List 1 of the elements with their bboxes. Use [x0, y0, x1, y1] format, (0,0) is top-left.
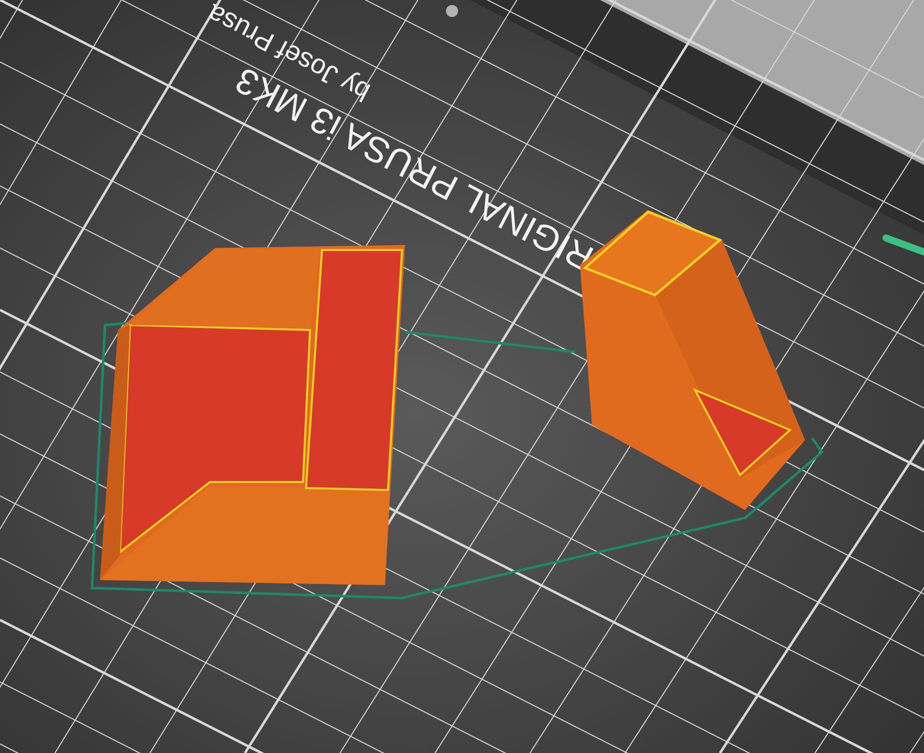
handle-icon[interactable]: [882, 234, 924, 256]
